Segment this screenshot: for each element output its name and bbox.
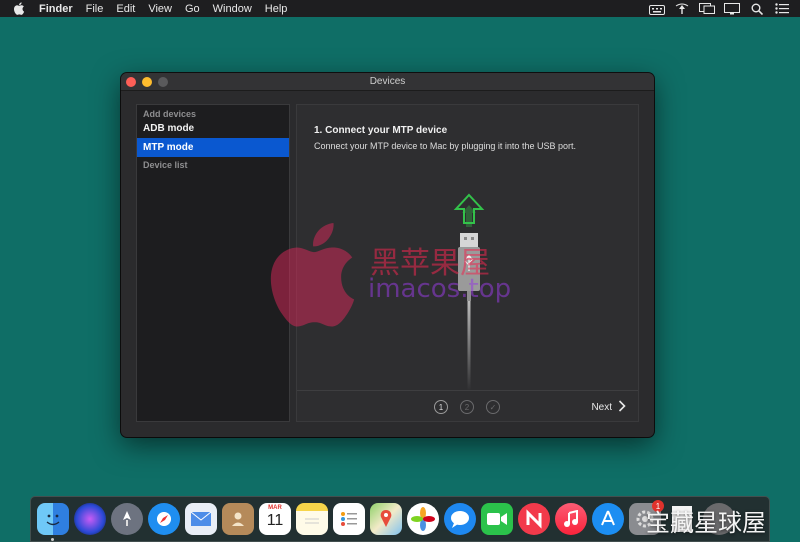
airplay-icon[interactable]	[674, 2, 690, 15]
menu-help[interactable]: Help	[265, 3, 288, 15]
menu-window[interactable]: Window	[213, 3, 252, 15]
watermark-corner-text: 宝藏星球屋	[646, 509, 766, 537]
messages-icon[interactable]	[444, 503, 476, 535]
notes-icon[interactable]	[296, 503, 328, 535]
step-title: 1. Connect your MTP device	[314, 125, 448, 136]
keyboard-icon[interactable]	[649, 2, 665, 15]
step-indicator: 1 2 ✓	[434, 400, 500, 414]
menu-go[interactable]: Go	[185, 3, 200, 15]
notification-center-icon[interactable]	[774, 2, 790, 15]
launchpad-icon[interactable]	[111, 503, 143, 535]
sidebar-item-adb-mode[interactable]: ADB mode	[137, 119, 289, 138]
news-icon[interactable]	[518, 503, 550, 535]
step-1-indicator: 1	[434, 400, 448, 414]
usb-connector-icon	[458, 233, 480, 301]
apple-menu-icon[interactable]	[13, 2, 27, 15]
display-icon[interactable]	[699, 2, 715, 15]
next-label: Next	[591, 401, 612, 413]
menu-app-finder[interactable]: Finder	[39, 3, 73, 15]
sidebar-section-add-devices: Add devices	[143, 109, 197, 119]
facetime-icon[interactable]	[481, 503, 513, 535]
siri-icon[interactable]	[74, 503, 106, 535]
menu-bar: Finder File Edit View Go Window Help	[0, 0, 800, 17]
step-done-indicator: ✓	[486, 400, 500, 414]
usb-cable	[467, 301, 471, 391]
sidebar: Add devices ADB mode MTP mode Device lis…	[136, 104, 290, 422]
reminders-icon[interactable]	[333, 503, 365, 535]
window-titlebar[interactable]: Devices	[121, 73, 654, 91]
upload-arrow-icon	[453, 193, 485, 227]
running-indicator	[51, 538, 54, 541]
sidebar-section-device-list: Device list	[143, 160, 188, 170]
menu-view[interactable]: View	[148, 3, 172, 15]
finder-icon[interactable]	[37, 503, 69, 541]
screen-mirror-icon[interactable]	[724, 2, 740, 15]
step-2-indicator: 2	[460, 400, 474, 414]
next-button[interactable]: Next	[591, 399, 626, 415]
maps-icon[interactable]	[370, 503, 402, 535]
usb-plug-illustration	[447, 193, 491, 393]
chevron-right-icon	[618, 399, 626, 415]
contacts-icon[interactable]	[222, 503, 254, 535]
content-panel: 1. Connect your MTP device Connect your …	[296, 104, 639, 422]
menu-file[interactable]: File	[86, 3, 104, 15]
safari-icon[interactable]	[148, 503, 180, 535]
calendar-month: MAR	[268, 505, 282, 511]
calendar-icon[interactable]: MAR 11	[259, 503, 291, 535]
window-title: Devices	[369, 76, 406, 87]
photos-icon[interactable]	[407, 503, 439, 535]
calendar-day: 11	[266, 512, 284, 529]
sidebar-item-mtp-mode[interactable]: MTP mode	[137, 138, 289, 157]
footer-divider	[297, 390, 638, 391]
mail-icon[interactable]	[185, 503, 217, 535]
status-icons	[649, 0, 790, 17]
app-store-icon[interactable]	[592, 503, 624, 535]
menu-edit[interactable]: Edit	[116, 3, 135, 15]
devices-window: Devices Add devices ADB mode MTP mode De…	[121, 73, 654, 437]
spotlight-icon[interactable]	[749, 2, 765, 15]
music-icon[interactable]	[555, 503, 587, 535]
step-description: Connect your MTP device to Mac by pluggi…	[314, 141, 576, 151]
